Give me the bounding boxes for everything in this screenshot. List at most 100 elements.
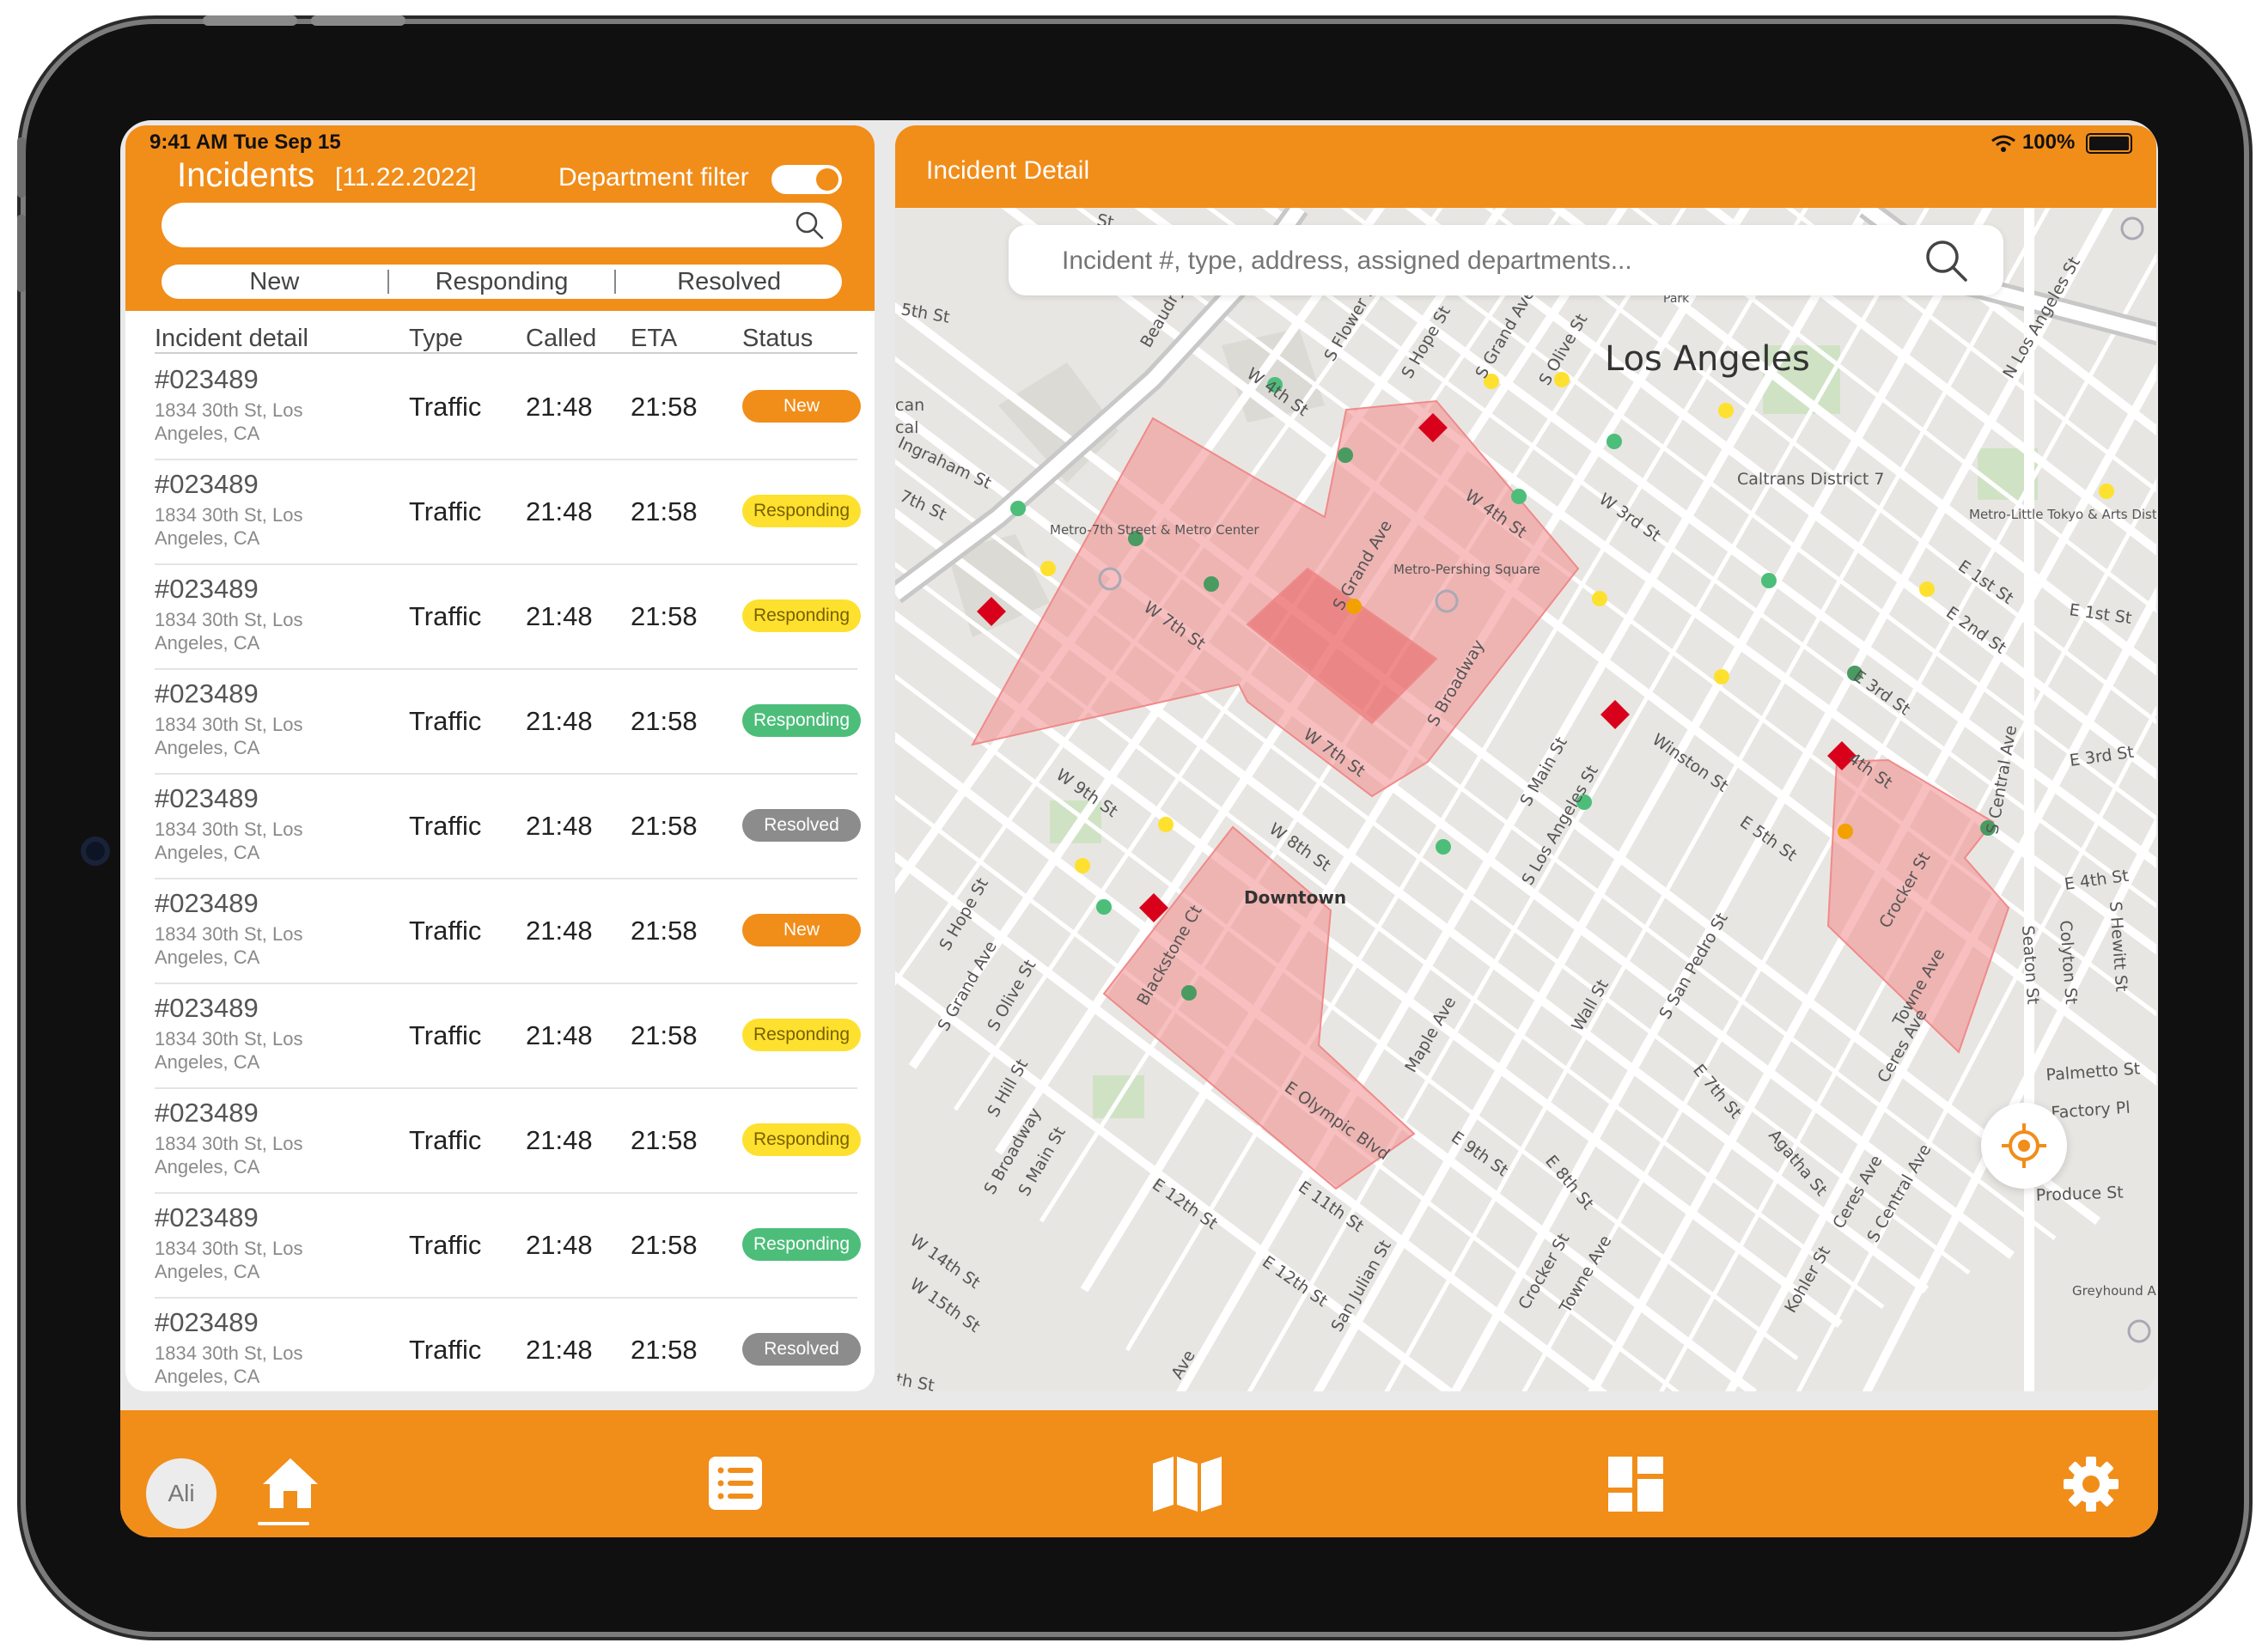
table-row[interactable]: #023489 1834 30th St, Los Angeles, CA Traf… [155,879,861,984]
map-icon[interactable] [1151,1455,1223,1513]
table-row[interactable]: #023489 1834 30th St, Los Angeles, CA Traf… [155,984,861,1089]
incident-eta: 21:58 [631,601,698,631]
department-filter-label: Department filter [558,163,749,192]
incident-id: #023489 [155,678,259,709]
incident-eta: 21:58 [631,1335,698,1365]
incident-eta: 21:58 [631,1230,698,1260]
status-badge: Responding [742,1228,861,1261]
incident-eta: 21:58 [631,1125,698,1155]
incident-called: 21:48 [526,1335,593,1365]
incident-called: 21:48 [526,392,593,422]
page-title: Incidents [177,156,315,194]
incident-called: 21:48 [526,1020,593,1050]
incident-address: 1834 30th St, Los Angeles, CA [155,609,303,654]
incident-id: #023489 [155,888,259,918]
incidents-header: 9:41 AM Tue Sep 15 Incidents [11.22.2022… [125,125,875,311]
status-segmented-control: New Responding Resolved [162,265,842,299]
detail-title: Incident Detail [926,156,1090,185]
incident-id: #023489 [155,364,259,394]
side-button [17,215,26,292]
table-row[interactable]: #023489 1834 30th St, Los Angeles, CA Traf… [155,460,861,565]
incident-called: 21:48 [526,1230,593,1260]
incident-detail-panel: Incident Detail 100% Los Angeles Downtow… [895,125,2156,1391]
incident-map[interactable]: Los Angeles Downtown Caltrans District 7… [895,208,2156,1391]
incidents-date: [11.22.2022] [335,163,477,192]
incident-eta: 21:58 [631,706,698,736]
incident-type: Traffic [409,1125,482,1155]
crosshair-icon [2002,1123,2046,1168]
greyhound-label: Greyhound Angeles [2072,1283,2156,1299]
incident-id: #023489 [155,783,259,813]
table-row[interactable]: #023489 1834 30th St, Los Angeles, CA Traf… [155,565,861,670]
incident-address: 1834 30th St, Los Angeles, CA [155,923,303,968]
wifi-icon [1991,135,2016,152]
incident-eta: 21:58 [631,392,698,422]
table-row[interactable]: #023489 1834 30th St, Los Angeles, CA Traf… [155,356,861,460]
incident-eta: 21:58 [631,1020,698,1050]
locate-me-button[interactable] [1981,1103,2067,1189]
screen: 9:41 AM Tue Sep 15 Incidents [11.22.2022… [120,120,2158,1537]
incident-address: 1834 30th St, Los Angeles, CA [155,818,303,863]
incident-id: #023489 [155,469,259,499]
tab-new[interactable]: New [162,268,387,296]
incident-address: 1834 30th St, Los Angeles, CA [155,1133,303,1177]
downtown-label: Downtown [1244,887,1346,908]
metro-7th-label: Metro-7th Street & Metro Center [1050,522,1259,538]
divider [155,352,857,354]
pershing-label: Metro-Pershing Square [1393,562,1540,577]
department-filter-toggle[interactable] [771,165,842,194]
svg-text:can: can [895,396,924,415]
home-icon[interactable] [261,1455,320,1512]
incident-type: Traffic [409,916,482,946]
incident-called: 21:48 [526,916,593,946]
status-badge: Resolved [742,1333,861,1366]
status-badge: Resolved [742,809,861,842]
incidents-search-input[interactable] [162,203,842,247]
incident-type: Traffic [409,1230,482,1260]
detail-header: Incident Detail 100% [895,125,2156,208]
search-icon [796,211,824,240]
front-camera [81,837,110,866]
table-row[interactable]: #023489 1834 30th St, Los Angeles, CA Traf… [155,775,861,879]
incident-eta: 21:58 [631,811,698,841]
map-search-input[interactable] [1060,240,1923,282]
table-row[interactable]: #023489 1834 30th St, Los Angeles, CA Traf… [155,1089,861,1194]
table-row[interactable]: #023489 1834 30th St, Los Angeles, CA Traf… [155,1299,861,1391]
incident-list: #023489 1834 30th St, Los Angeles, CA Traf… [125,356,875,1391]
status-badge: Responding [742,1123,861,1156]
incident-address: 1834 30th St, Los Angeles, CA [155,504,303,549]
tab-responding[interactable]: Responding [389,268,615,296]
volume-button [203,15,297,26]
status-badge: Responding [742,1019,861,1051]
incident-id: #023489 [155,993,259,1023]
table-row[interactable]: #023489 1834 30th St, Los Angeles, CA Traf… [155,1194,861,1299]
table-header: Incident detail Type Called ETA Status [125,314,875,357]
status-badge: New [742,390,861,423]
incident-address: 1834 30th St, Los Angeles, CA [155,1238,303,1282]
incident-type: Traffic [409,811,482,841]
incident-type: Traffic [409,1020,482,1050]
incident-address: 1834 30th St, Los Angeles, CA [155,399,303,444]
incident-id: #023489 [155,574,259,604]
incident-address: 1834 30th St, Los Angeles, CA [155,1028,303,1073]
toggle-knob [816,168,838,191]
list-icon[interactable] [707,1455,764,1512]
incident-type: Traffic [409,706,482,736]
settings-icon[interactable] [2062,1455,2120,1513]
status-time: 9:41 AM Tue Sep 15 [149,131,341,154]
incident-type: Traffic [409,1335,482,1365]
tab-resolved[interactable]: Resolved [616,268,842,296]
incident-type: Traffic [409,392,482,422]
avatar[interactable]: Ali [146,1458,216,1529]
city-label: Los Angeles [1605,339,1810,379]
col-status: Status [742,325,814,352]
search-icon[interactable] [1921,235,1972,287]
dashboard-icon[interactable] [1606,1455,1665,1513]
incident-type: Traffic [409,601,482,631]
active-tab-indicator [258,1522,309,1525]
map-search-bar[interactable] [1009,225,2003,295]
bottom-nav: Ali [120,1410,2158,1537]
incident-called: 21:48 [526,811,593,841]
incident-called: 21:48 [526,1125,593,1155]
table-row[interactable]: #023489 1834 30th St, Los Angeles, CA Traf… [155,670,861,775]
